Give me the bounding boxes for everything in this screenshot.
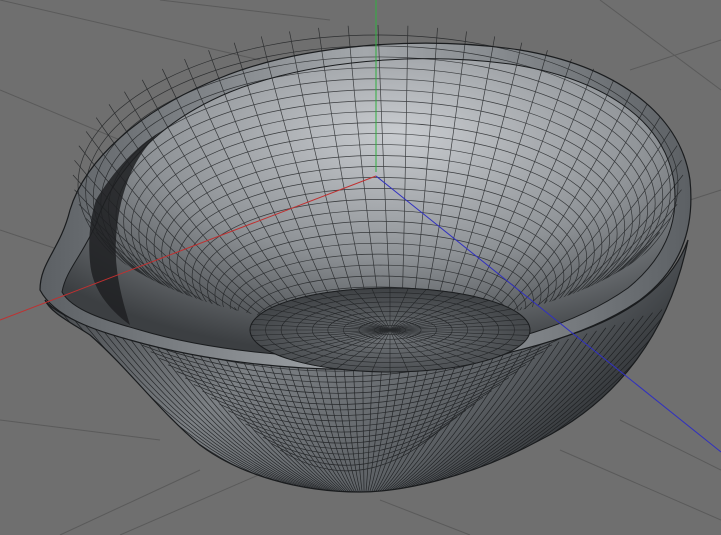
- floor-wireframe: [249, 287, 531, 373]
- viewport-canvas[interactable]: [0, 0, 721, 535]
- 3d-viewport[interactable]: [0, 0, 721, 535]
